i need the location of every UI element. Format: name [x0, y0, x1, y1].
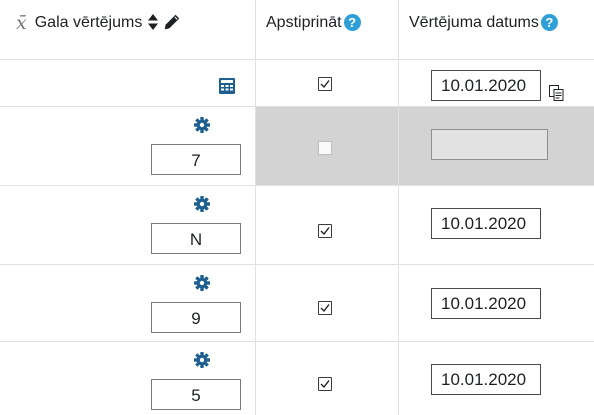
approved-checkbox[interactable] — [318, 377, 332, 391]
table-row-3-date: 10.01.2020 — [399, 186, 594, 265]
calculator-icon[interactable] — [219, 78, 235, 99]
grade-column-header[interactable]: Gala vērtējums — [35, 14, 143, 32]
grade-input[interactable]: N — [151, 223, 241, 254]
date-column-header: Vērtējuma datums — [409, 14, 539, 31]
grade-input[interactable]: 7 — [151, 144, 241, 175]
table-row-2-approved — [256, 107, 399, 186]
header-grade-cell: x̄ Gala vērtējums — [0, 0, 256, 60]
table-row-2-date — [399, 107, 594, 186]
header-date-cell: Vērtējuma datums ? — [399, 0, 594, 60]
x-bar-icon: x̄ — [16, 12, 27, 34]
table-row-5-approved — [256, 342, 399, 415]
copy-icon[interactable] — [549, 85, 565, 106]
table-row-4-approved — [256, 265, 399, 342]
date-input[interactable] — [431, 129, 548, 160]
gear-icon[interactable] — [194, 196, 210, 217]
approved-checkbox[interactable] — [318, 301, 332, 315]
gear-icon[interactable] — [194, 117, 210, 138]
table-row-5-grade: 5 — [0, 342, 256, 415]
approved-column-header: Apstiprināt — [266, 14, 342, 31]
table-row-3-grade: N — [0, 186, 256, 265]
help-icon[interactable]: ? — [540, 14, 558, 31]
grades-table: x̄ Gala vērtējums Apstiprināt ? Vērtējum… — [0, 0, 594, 415]
grade-input[interactable]: 5 — [151, 379, 241, 410]
help-icon[interactable]: ? — [343, 14, 361, 31]
table-row-4-date: 10.01.2020 — [399, 265, 594, 342]
approved-checkbox[interactable] — [318, 141, 332, 155]
date-input[interactable]: 10.01.2020 — [431, 70, 541, 101]
table-row-3-approved — [256, 186, 399, 265]
gear-icon[interactable] — [194, 352, 210, 373]
sort-icon[interactable] — [148, 14, 159, 35]
table-row-1-grade — [0, 60, 256, 107]
table-row-1-date: 10.01.2020 — [399, 60, 594, 107]
approved-checkbox[interactable] — [318, 77, 332, 91]
table-row-5-date: 10.01.2020 — [399, 342, 594, 415]
gear-icon[interactable] — [194, 275, 210, 296]
approved-checkbox[interactable] — [318, 224, 332, 238]
grade-input[interactable]: 9 — [151, 302, 241, 333]
header-approved-cell: Apstiprināt ? — [256, 0, 399, 60]
pencil-icon[interactable] — [164, 14, 180, 35]
table-row-1-approved — [256, 60, 399, 107]
date-input[interactable]: 10.01.2020 — [431, 364, 541, 395]
date-input[interactable]: 10.01.2020 — [431, 208, 541, 239]
table-row-4-grade: 9 — [0, 265, 256, 342]
date-input[interactable]: 10.01.2020 — [431, 288, 541, 319]
table-row-2-grade: 7 — [0, 107, 256, 186]
